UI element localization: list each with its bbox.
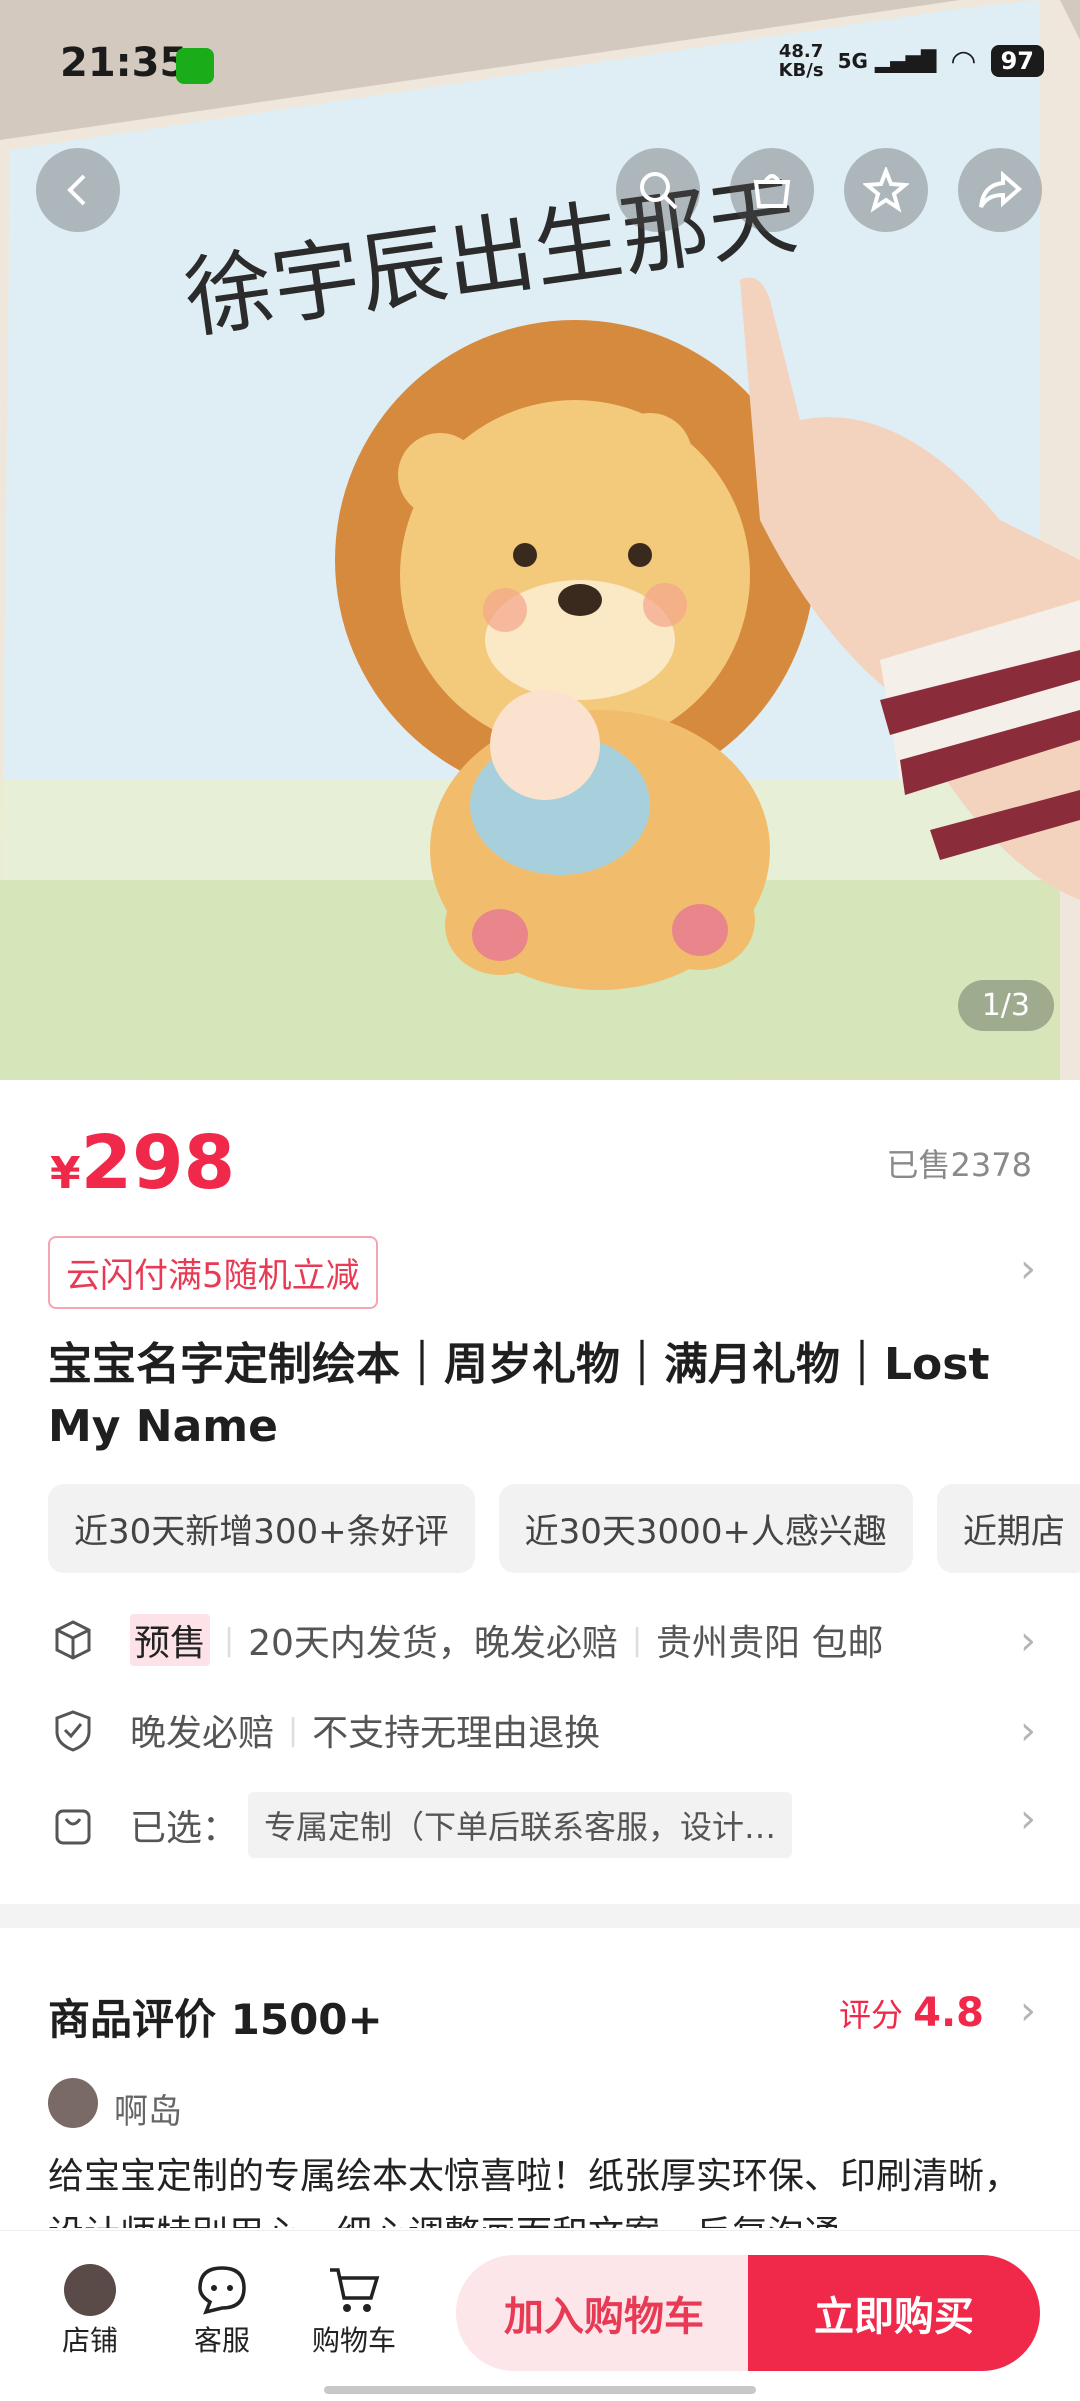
shop-avatar-icon (64, 2264, 116, 2316)
rating-value: 4.8 (913, 1990, 984, 2036)
bottom-action-bar: 店铺 客服 购物车 加入购物车 立即购买 (0, 2230, 1080, 2401)
cart-icon (330, 2268, 380, 2312)
promo-chevron-icon[interactable]: › (1020, 1246, 1036, 1292)
box-icon (48, 1615, 98, 1665)
selected-value: 专属定制（下单后联系客服，设计… (248, 1792, 793, 1858)
separator: | (224, 1622, 235, 1658)
search-button[interactable] (616, 148, 700, 232)
net-speed-value: 48.7 (778, 41, 824, 62)
shop-home-button[interactable] (730, 148, 814, 232)
price-value: 298 (80, 1120, 236, 1206)
presale-label: 预售 (130, 1614, 211, 1666)
customer-service-button[interactable]: 客服 (162, 2261, 282, 2359)
buy-now-button[interactable]: 立即购买 (748, 2255, 1040, 2371)
store-icon (753, 174, 791, 208)
selected-label: 已选： (130, 1808, 239, 1849)
rating-label: 评分 (838, 1996, 903, 2034)
tag-item[interactable]: 近期店 (936, 1484, 1080, 1573)
selected-chevron-icon[interactable]: › (1020, 1796, 1036, 1842)
guarantee-row[interactable]: 晚发必赔 | 不支持无理由退换 (48, 1704, 1038, 1756)
signal-icon: 5G ▂▄▆█ (837, 49, 937, 73)
reviews-title[interactable]: 商品评价 1500+ (48, 1986, 383, 2047)
tag-item[interactable]: 近30天新增300+条好评 (48, 1484, 475, 1573)
product-title: 宝宝名字定制绘本｜周岁礼物｜满月礼物｜Lost My Name (48, 1339, 990, 1452)
selected-option-row[interactable]: 已选： 专属定制（下单后联系客服，设计… (48, 1792, 1038, 1858)
service-label: 客服 (193, 2324, 250, 2357)
battery-icon: 97 (990, 45, 1044, 77)
shipping-chevron-icon[interactable]: › (1020, 1618, 1036, 1664)
promo-badge[interactable]: 云闪付满5随机立减 (48, 1236, 378, 1309)
shop-button[interactable]: 店铺 (30, 2261, 150, 2359)
shipping-row[interactable]: 预售 | 20天内发货，晚发必赔 | 贵州贵阳 包邮 (48, 1614, 1038, 1666)
tag-item[interactable]: 近30天3000+人感兴趣 (498, 1484, 913, 1573)
add-to-cart-button[interactable]: 加入购物车 (456, 2255, 752, 2371)
net-speed-unit: KB/s (778, 60, 824, 81)
price: ¥298 (50, 1120, 235, 1206)
section-divider (0, 1904, 1080, 1928)
shop-label: 店铺 (61, 2324, 118, 2357)
wifi-icon: ◠ (950, 43, 977, 79)
bag-icon (48, 1800, 98, 1850)
product-image[interactable]: 徐宇辰出生那天 21:35 48.7 KB/s 5G ▂▄▆█ ◠ 97 1/3 (0, 0, 1080, 1080)
signal-type: 5G (837, 49, 868, 73)
compensate-text: 晚发必赔 (130, 1713, 275, 1754)
home-indicator[interactable] (324, 2386, 756, 2394)
reviewer-name: 啊岛 (114, 2092, 182, 2132)
back-button[interactable] (36, 148, 120, 232)
rating[interactable]: 评分 4.8 (839, 1990, 984, 2036)
status-bar: 21:35 48.7 KB/s 5G ▂▄▆█ ◠ 97 (0, 0, 1080, 130)
wechat-notification-icon (176, 48, 214, 84)
avatar (48, 2078, 98, 2128)
net-speed: 48.7 KB/s (779, 42, 824, 80)
highlight-tags: 近30天新增300+条好评 近30天3000+人感兴趣 近期店 (48, 1484, 1080, 1573)
separator: | (288, 1712, 299, 1748)
favorite-button[interactable] (844, 148, 928, 232)
separator: | (631, 1622, 643, 1658)
review-text[interactable]: 给宝宝定制的专属绘本太惊喜啦！纸张厚实环保、印刷清晰，设计师特别用心，细心调整画… (48, 2148, 1038, 2228)
cart-label: 购物车 (311, 2324, 396, 2357)
currency-symbol: ¥ (50, 1148, 81, 1199)
star-icon (863, 167, 909, 213)
shield-check-icon (48, 1705, 98, 1755)
status-time: 21:35 (60, 40, 188, 86)
delivery-text: 20天内发货，晚发必赔 (248, 1623, 618, 1664)
share-icon (979, 170, 1023, 208)
sold-count: 已售2378 (886, 1146, 1032, 1184)
cart-button[interactable]: 购物车 (294, 2261, 414, 2359)
guarantee-chevron-icon[interactable]: › (1020, 1708, 1036, 1754)
no-return-text: 不支持无理由退换 (312, 1713, 601, 1754)
ship-location: 贵州贵阳 包邮 (656, 1623, 884, 1664)
share-button[interactable] (958, 148, 1042, 232)
chat-icon (198, 2266, 246, 2315)
reviews-chevron-icon[interactable]: › (1020, 1988, 1036, 2034)
back-arrow-icon (67, 174, 86, 206)
image-pager: 1/3 (957, 980, 1054, 1031)
search-icon (640, 172, 678, 210)
